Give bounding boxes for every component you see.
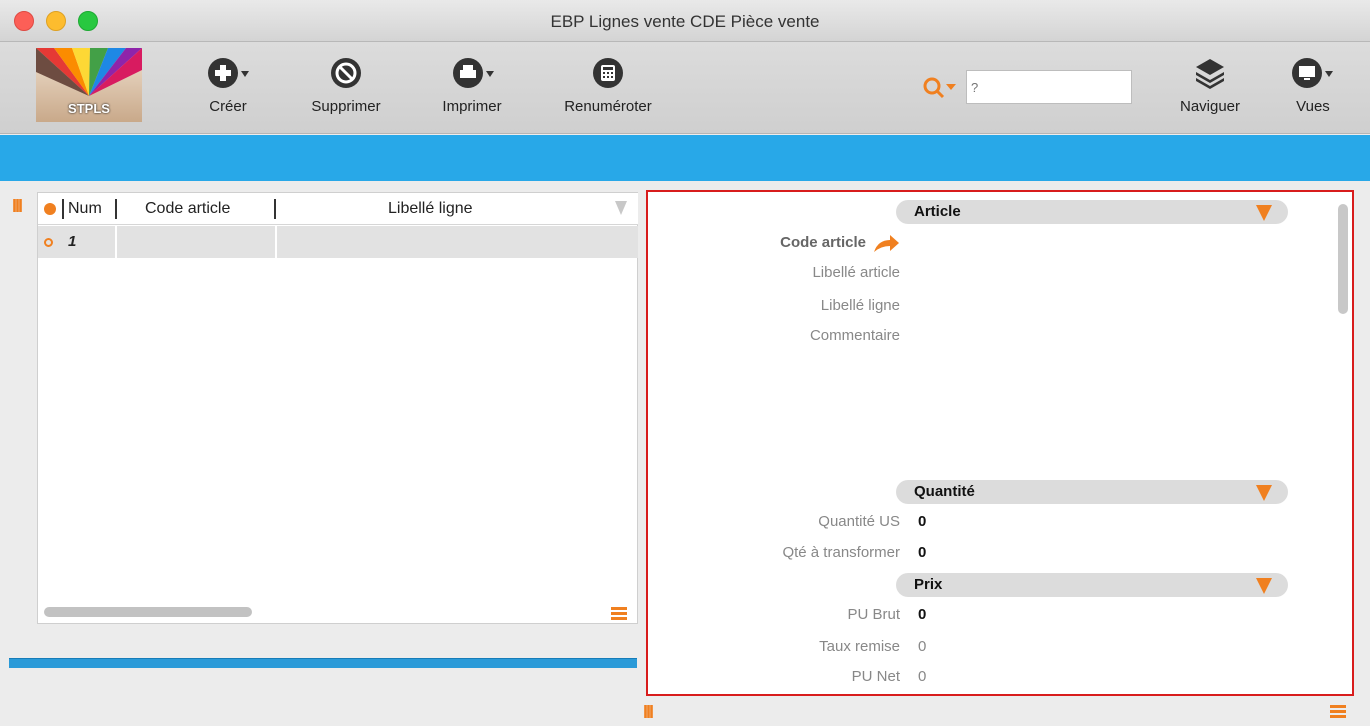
section-prix-title: Prix bbox=[914, 576, 943, 593]
collapse-triangle-icon[interactable] bbox=[1256, 578, 1272, 594]
logo-text: STPLS bbox=[68, 101, 110, 116]
grid-header: Num Code article Libellé ligne bbox=[38, 193, 638, 225]
label-libelle-ligne: Libellé ligne bbox=[820, 297, 900, 314]
column-separator[interactable] bbox=[274, 199, 276, 219]
title-bar: EBP Lignes vente CDE Pièce vente bbox=[0, 0, 1370, 42]
collapse-triangle-icon[interactable] bbox=[1256, 485, 1272, 501]
section-article-title: Article bbox=[914, 203, 961, 220]
vertical-scrollbar[interactable] bbox=[1338, 204, 1348, 314]
row-code-article[interactable] bbox=[115, 226, 275, 258]
value-qte-transformer[interactable]: 0 bbox=[918, 544, 926, 561]
section-prix[interactable]: Prix bbox=[896, 573, 1288, 597]
bottom-blue-bar bbox=[9, 658, 637, 668]
hamburger-menu-icon[interactable] bbox=[1330, 705, 1346, 724]
collapse-triangle-icon[interactable] bbox=[1256, 205, 1272, 221]
window-title: EBP Lignes vente CDE Pièce vente bbox=[550, 12, 820, 31]
label-code-article: Code article bbox=[780, 234, 866, 251]
plus-circle-icon bbox=[196, 56, 260, 90]
search-input[interactable] bbox=[966, 70, 1132, 104]
toolbar: STPLS Créer Supprimer Imprimer Renumérot… bbox=[0, 42, 1370, 134]
create-label: Créer bbox=[209, 98, 247, 115]
label-quantite-us: Quantité US bbox=[818, 513, 900, 530]
panel-resize-handle-icon[interactable]: III bbox=[12, 196, 23, 217]
section-quantite[interactable]: Quantité bbox=[896, 480, 1288, 504]
navigate-button[interactable]: Naviguer bbox=[1166, 56, 1254, 115]
search-icon[interactable] bbox=[922, 76, 962, 105]
detail-panel: Article Code article Libellé article Lib… bbox=[646, 190, 1354, 696]
hamburger-menu-icon[interactable] bbox=[611, 607, 627, 626]
column-separator[interactable] bbox=[62, 199, 64, 219]
delete-button[interactable]: Supprimer bbox=[296, 56, 396, 115]
col-header-num[interactable]: Num bbox=[68, 200, 102, 218]
table-row[interactable]: 1 bbox=[38, 226, 638, 258]
status-dot-icon[interactable] bbox=[44, 203, 56, 215]
panel-resize-handle-icon[interactable]: III bbox=[643, 702, 654, 723]
navigate-label: Naviguer bbox=[1179, 98, 1241, 115]
arrow-link-icon[interactable] bbox=[872, 234, 900, 259]
layers-icon bbox=[1166, 56, 1254, 90]
label-libelle-article: Libellé article bbox=[812, 264, 900, 281]
blue-band bbox=[0, 135, 1370, 181]
label-pu-brut: PU Brut bbox=[847, 606, 900, 623]
renumber-button[interactable]: Renuméroter bbox=[548, 56, 668, 115]
app-logo: STPLS bbox=[36, 48, 142, 122]
printer-icon bbox=[426, 56, 518, 90]
row-status-icon bbox=[44, 238, 53, 247]
value-taux-remise: 0 bbox=[918, 638, 927, 655]
prohibited-icon bbox=[296, 56, 396, 90]
create-button[interactable]: Créer bbox=[196, 56, 260, 115]
print-label: Imprimer bbox=[442, 98, 502, 115]
horizontal-scrollbar[interactable] bbox=[44, 607, 252, 617]
views-label: Vues bbox=[1296, 98, 1330, 115]
label-commentaire: Commentaire bbox=[809, 327, 900, 344]
label-pu-net: PU Net bbox=[851, 668, 900, 685]
label-qte-transformer: Qté à transformer bbox=[782, 544, 900, 561]
section-quantite-title: Quantité bbox=[914, 483, 975, 500]
value-quantite-us[interactable]: 0 bbox=[918, 513, 926, 530]
value-pu-net: 0 bbox=[918, 668, 927, 685]
views-button[interactable]: Vues bbox=[1280, 56, 1346, 115]
col-header-code-article[interactable]: Code article bbox=[145, 200, 230, 218]
renumber-label: Renuméroter bbox=[564, 98, 652, 115]
lines-grid: Num Code article Libellé ligne 1 bbox=[37, 192, 638, 624]
delete-label: Supprimer bbox=[311, 98, 381, 115]
row-libelle-ligne[interactable] bbox=[275, 226, 609, 258]
search-box bbox=[922, 70, 1134, 106]
label-taux-remise: Taux remise bbox=[819, 638, 900, 655]
section-article[interactable]: Article bbox=[896, 200, 1288, 224]
calculator-icon bbox=[548, 56, 668, 90]
print-button[interactable]: Imprimer bbox=[426, 56, 518, 115]
monitor-icon bbox=[1280, 56, 1346, 90]
column-menu-icon[interactable] bbox=[615, 201, 627, 215]
column-separator[interactable] bbox=[115, 199, 117, 219]
value-pu-brut[interactable]: 0 bbox=[918, 606, 926, 623]
col-header-libelle-ligne[interactable]: Libellé ligne bbox=[388, 200, 473, 218]
row-num: 1 bbox=[68, 233, 77, 250]
